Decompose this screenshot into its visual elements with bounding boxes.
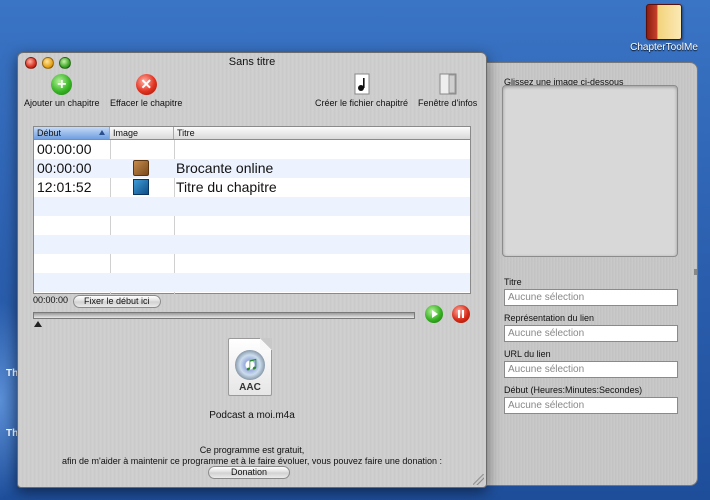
drawer-resize-handle[interactable] bbox=[694, 269, 697, 275]
link-url-field[interactable]: Aucune sélection bbox=[504, 361, 678, 378]
table-row[interactable] bbox=[34, 273, 470, 292]
field-label-title: Titre bbox=[504, 277, 522, 287]
image-cell[interactable] bbox=[130, 159, 152, 177]
column-header-title[interactable]: Titre bbox=[174, 127, 471, 139]
plus-icon: + bbox=[51, 73, 73, 95]
start-time-field[interactable]: Aucune sélection bbox=[504, 397, 678, 414]
table-header: Début Image Titre bbox=[34, 127, 470, 140]
start-cell[interactable]: 12:01:52 bbox=[37, 179, 92, 195]
start-cell[interactable]: 00:00:00 bbox=[37, 141, 92, 157]
file-type-badge: AAC bbox=[239, 382, 261, 393]
link-text-field[interactable]: Aucune sélection bbox=[504, 325, 678, 342]
remove-chapter-label: Effacer le chapitre bbox=[110, 98, 183, 108]
pause-button[interactable] bbox=[452, 305, 470, 323]
start-cell[interactable]: 00:00:00 bbox=[37, 160, 92, 176]
title-field[interactable]: Aucune sélection bbox=[504, 289, 678, 306]
current-time-display: 00:00:00 bbox=[33, 295, 69, 305]
set-start-here-button[interactable]: Fixer le début ici bbox=[73, 295, 161, 308]
sort-ascending-icon bbox=[99, 130, 105, 135]
resize-grip[interactable] bbox=[473, 474, 484, 485]
create-chaptered-file-label: Créer le fichier chapitré bbox=[315, 98, 409, 108]
title-bar[interactable]: Sans titre bbox=[18, 53, 486, 73]
title-cell[interactable]: Titre du chapitre bbox=[176, 179, 277, 195]
table-row[interactable]: 12:01:52 Titre du chapitre bbox=[34, 178, 470, 197]
field-label-link-text: Représentation du lien bbox=[504, 313, 595, 323]
add-chapter-button[interactable]: + Ajouter un chapitre bbox=[24, 73, 100, 108]
photo-thumbnail-icon bbox=[133, 179, 149, 195]
desktop-icon-chaptertoolme[interactable]: ChapterToolMe bbox=[622, 4, 706, 53]
document-note-icon bbox=[354, 73, 370, 95]
column-header-start-label: Début bbox=[37, 128, 62, 138]
info-drawer: Glissez une image ci-dessous Titre Aucun… bbox=[486, 62, 698, 486]
column-header-image-label: Image bbox=[113, 128, 139, 138]
image-drop-well[interactable] bbox=[502, 85, 678, 257]
table-row[interactable]: 00:00:00 bbox=[34, 140, 470, 159]
remove-chapter-button[interactable]: ✕ Effacer le chapitre bbox=[110, 73, 182, 108]
info-window-button[interactable]: Fenêtre d'infos bbox=[418, 73, 477, 108]
play-button[interactable] bbox=[425, 305, 443, 323]
timeline-slider[interactable] bbox=[33, 312, 415, 319]
create-chaptered-file-button[interactable]: Créer le fichier chapitré bbox=[315, 73, 408, 108]
column-header-title-label: Titre bbox=[177, 128, 195, 138]
table-body: 00:00:00 00:00:00 Brocante online 12:01:… bbox=[34, 140, 470, 294]
file-name: Podcast a moi.m4a bbox=[209, 410, 295, 421]
column-header-image[interactable]: Image bbox=[110, 127, 174, 139]
table-row[interactable] bbox=[34, 197, 470, 216]
add-chapter-label: Ajouter un chapitre bbox=[24, 98, 100, 108]
table-row[interactable] bbox=[34, 216, 470, 235]
donation-message-line2: afin de m'aider à maintenir ce programme… bbox=[62, 456, 442, 466]
table-row[interactable] bbox=[34, 254, 470, 273]
audio-file-icon[interactable]: ♫ AAC bbox=[226, 338, 274, 398]
timeline-playhead[interactable] bbox=[34, 321, 42, 327]
info-window-label: Fenêtre d'infos bbox=[418, 98, 478, 108]
box-thumbnail-icon bbox=[133, 160, 149, 176]
title-cell[interactable]: Brocante online bbox=[176, 160, 273, 176]
chapters-table[interactable]: Début Image Titre 00:00:00 00:00:00 Broc… bbox=[33, 126, 471, 294]
window-title: Sans titre bbox=[228, 56, 276, 68]
desktop-icon-label: ChapterToolMe bbox=[630, 42, 698, 53]
drawer-panel-icon bbox=[439, 73, 457, 95]
donation-message-line1: Ce programme est gratuit, bbox=[199, 445, 305, 455]
main-window: Sans titre + Ajouter un chapitre ✕ Effac… bbox=[17, 52, 487, 488]
book-icon bbox=[646, 4, 682, 40]
table-row[interactable]: 00:00:00 Brocante online bbox=[34, 159, 470, 178]
field-label-start: Début (Heures:Minutes:Secondes) bbox=[504, 385, 643, 395]
column-header-start[interactable]: Début bbox=[34, 127, 110, 139]
delete-icon: ✕ bbox=[135, 73, 157, 95]
image-cell[interactable] bbox=[130, 178, 152, 196]
field-label-link-url: URL du lien bbox=[504, 349, 551, 359]
table-row[interactable] bbox=[34, 235, 470, 254]
donation-button[interactable]: Donation bbox=[208, 466, 290, 479]
